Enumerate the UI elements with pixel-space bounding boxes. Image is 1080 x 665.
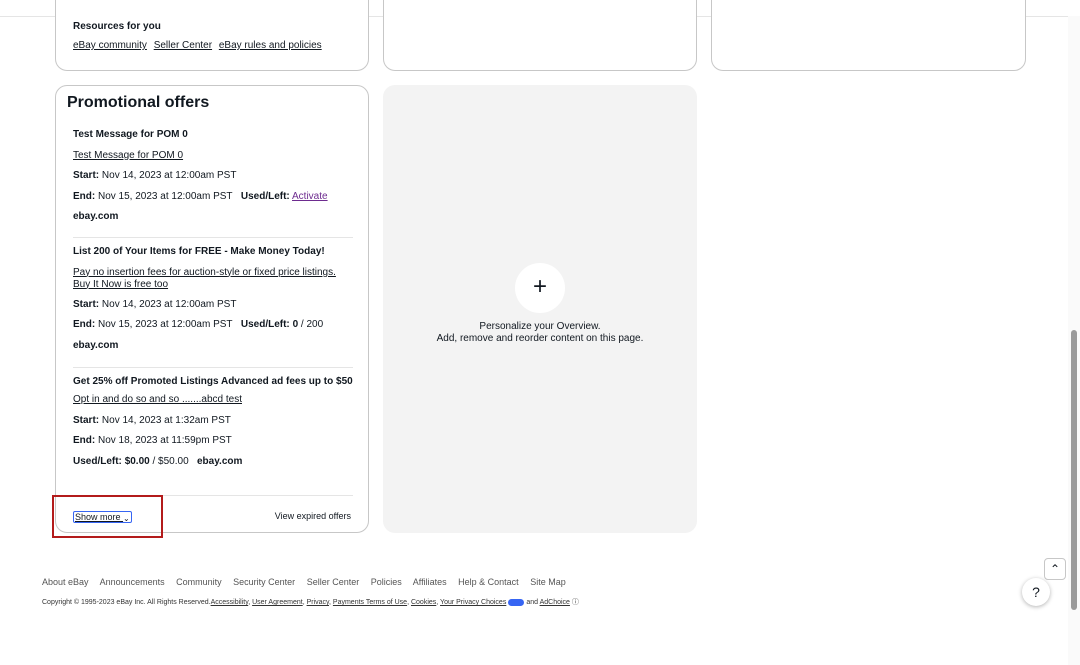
footer-link-affiliates[interactable]: Affiliates	[413, 577, 447, 587]
offer-item: Get 25% off Promoted Listings Advanced a…	[73, 372, 353, 472]
offer-site: ebay.com	[73, 339, 119, 351]
privacy-choices-icon	[508, 598, 525, 606]
info-icon: ⓘ	[571, 599, 579, 606]
link-user-agreement[interactable]: User Agreement	[252, 599, 303, 606]
offer-item: Test Message for POM 0 Test Message for …	[73, 125, 353, 228]
link-privacy[interactable]: Privacy	[307, 599, 329, 606]
help-icon: ?	[1032, 584, 1040, 600]
personalize-text: Personalize your Overview. Add, remove a…	[383, 321, 697, 345]
scroll-to-top-button[interactable]: ⌃	[1044, 558, 1066, 580]
offer-link[interactable]: Pay no insertion fees for auction-style …	[73, 267, 336, 290]
offer-end: End: Nov 15, 2023 at 12:00am PST Used/Le…	[73, 319, 324, 330]
personalize-card: + Personalize your Overview. Add, remove…	[383, 85, 697, 533]
footer-link-about[interactable]: About eBay	[42, 577, 89, 587]
add-content-button[interactable]: +	[515, 263, 565, 313]
link-cookies[interactable]: Cookies	[411, 599, 436, 606]
link-privacy-choices[interactable]: Your Privacy Choices	[440, 599, 506, 606]
resources-card: Resources for you eBay community Seller …	[55, 0, 369, 71]
promotional-offers-title: Promotional offers	[67, 94, 210, 111]
overview-card-2	[383, 0, 697, 71]
plus-icon: +	[532, 273, 547, 300]
activate-link[interactable]: Activate	[292, 191, 328, 202]
offer-headline: List 200 of Your Items for FREE - Make M…	[73, 246, 325, 257]
offer-divider	[73, 237, 353, 238]
footer-link-seller-center[interactable]: Seller Center	[307, 577, 360, 587]
copyright: Copyright © 1995-2023 eBay Inc. All Righ…	[42, 598, 579, 606]
show-more-highlight-box	[52, 495, 163, 538]
footer-link-community[interactable]: Community	[176, 577, 222, 587]
offer-start: Start: Nov 14, 2023 at 12:00am PST	[73, 298, 237, 310]
offer-end: End: Nov 15, 2023 at 12:00am PST Used/Le…	[73, 190, 328, 202]
link-adchoice[interactable]: AdChoice	[540, 599, 570, 606]
scrollbar-thumb[interactable]	[1071, 330, 1077, 610]
link-seller-center[interactable]: Seller Center	[154, 40, 212, 51]
help-button[interactable]: ?	[1022, 578, 1050, 606]
offer-headline: Get 25% off Promoted Listings Advanced a…	[73, 376, 353, 387]
offer-end: End: Nov 18, 2023 at 11:59pm PST	[73, 435, 232, 446]
link-ebay-community[interactable]: eBay community	[73, 40, 147, 51]
offer-divider	[73, 367, 353, 368]
link-accessibility[interactable]: Accessibility	[211, 599, 249, 606]
offer-link[interactable]: Test Message for POM 0	[73, 150, 183, 161]
footer-link-site-map[interactable]: Site Map	[530, 577, 566, 587]
chevron-up-icon: ⌃	[1049, 562, 1061, 576]
footer-link-announcements[interactable]: Announcements	[100, 577, 165, 587]
offer-headline: Test Message for POM 0	[73, 129, 188, 140]
promotional-offers-card: Promotional offers Test Message for POM …	[55, 85, 369, 533]
footer-link-policies[interactable]: Policies	[371, 577, 402, 587]
view-expired-offers-link[interactable]: View expired offers	[275, 511, 351, 521]
personalize-line-1: Personalize your Overview.	[479, 321, 601, 332]
copyright-text: Copyright © 1995-2023 eBay Inc. All Righ…	[42, 599, 211, 606]
offer-used-left: Used/Left: $0.00 / $50.00 ebay.com	[73, 455, 243, 467]
footer-link-help-contact[interactable]: Help & Contact	[458, 577, 519, 587]
personalize-line-2: Add, remove and reorder content on this …	[436, 333, 644, 344]
offer-start: Start: Nov 14, 2023 at 1:32am PST	[73, 414, 231, 426]
resources-links: eBay community Seller Center eBay rules …	[73, 40, 326, 51]
offer-item: List 200 of Your Items for FREE - Make M…	[73, 242, 353, 356]
offer-link[interactable]: Opt in and do so and so .......abcd test	[73, 394, 242, 405]
footer-links: About eBay Announcements Community Secur…	[42, 577, 575, 587]
overview-card-3	[711, 0, 1026, 71]
offer-site: ebay.com	[73, 211, 119, 222]
footer-link-security-center[interactable]: Security Center	[233, 577, 295, 587]
link-payments-terms[interactable]: Payments Terms of Use	[333, 599, 407, 606]
link-ebay-rules[interactable]: eBay rules and policies	[219, 40, 322, 51]
resources-title: Resources for you	[73, 21, 161, 32]
offer-start: Start: Nov 14, 2023 at 12:00am PST	[73, 170, 237, 181]
